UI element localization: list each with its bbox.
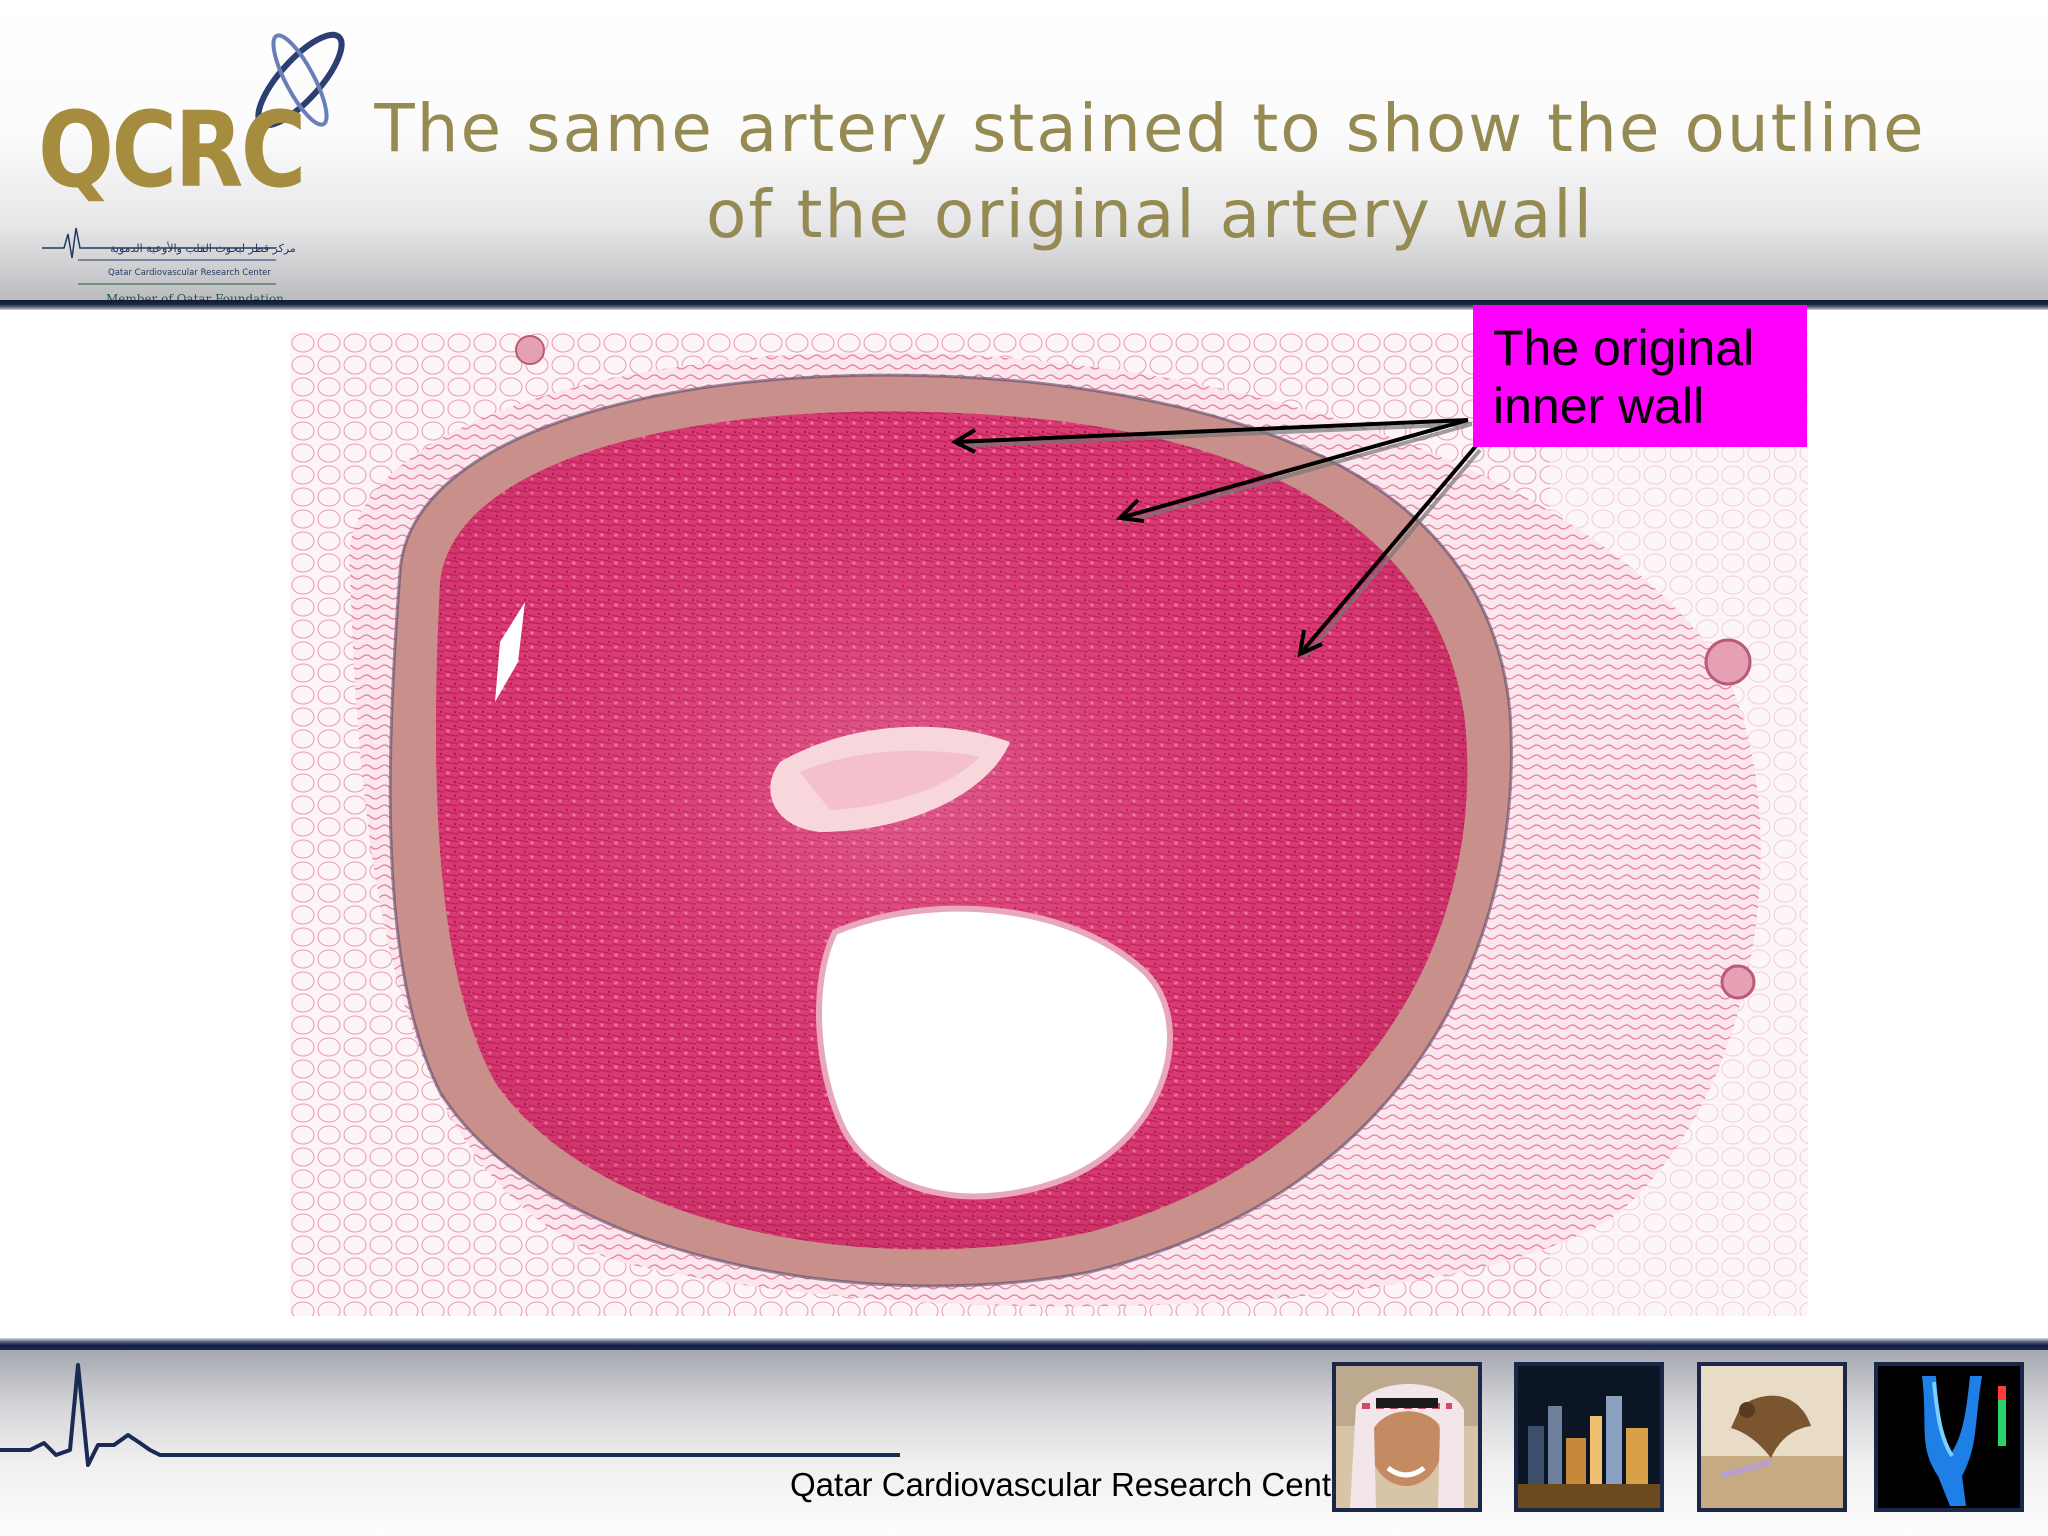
artery-histology-image bbox=[290, 332, 1808, 1316]
footer-organization-name: Qatar Cardiovascular Research Centre bbox=[790, 1466, 1361, 1503]
qcrc-logo: QCRC مركز قطر لبحوث القلب والأوعية الدمو… bbox=[30, 20, 350, 306]
logo-english-name: Qatar Cardiovascular Research Center bbox=[108, 268, 271, 278]
thumbnail-smiling-man bbox=[1332, 1362, 1482, 1512]
slide-title: The same artery stained to show the outl… bbox=[374, 90, 1926, 253]
thumbnail-falcon bbox=[1697, 1362, 1847, 1512]
logo-arabic-name: مركز قطر لبحوث القلب والأوعية الدموية bbox=[110, 242, 296, 255]
logo-heartbeat-line bbox=[42, 227, 276, 285]
callout-label: The original inner wall bbox=[1473, 305, 1807, 447]
heartbeat-line-icon bbox=[0, 1363, 900, 1467]
thumbnail-aorta-scan bbox=[1874, 1362, 2024, 1512]
thumbnail-city-skyline bbox=[1514, 1362, 1664, 1512]
footer-divider bbox=[0, 1338, 2048, 1350]
